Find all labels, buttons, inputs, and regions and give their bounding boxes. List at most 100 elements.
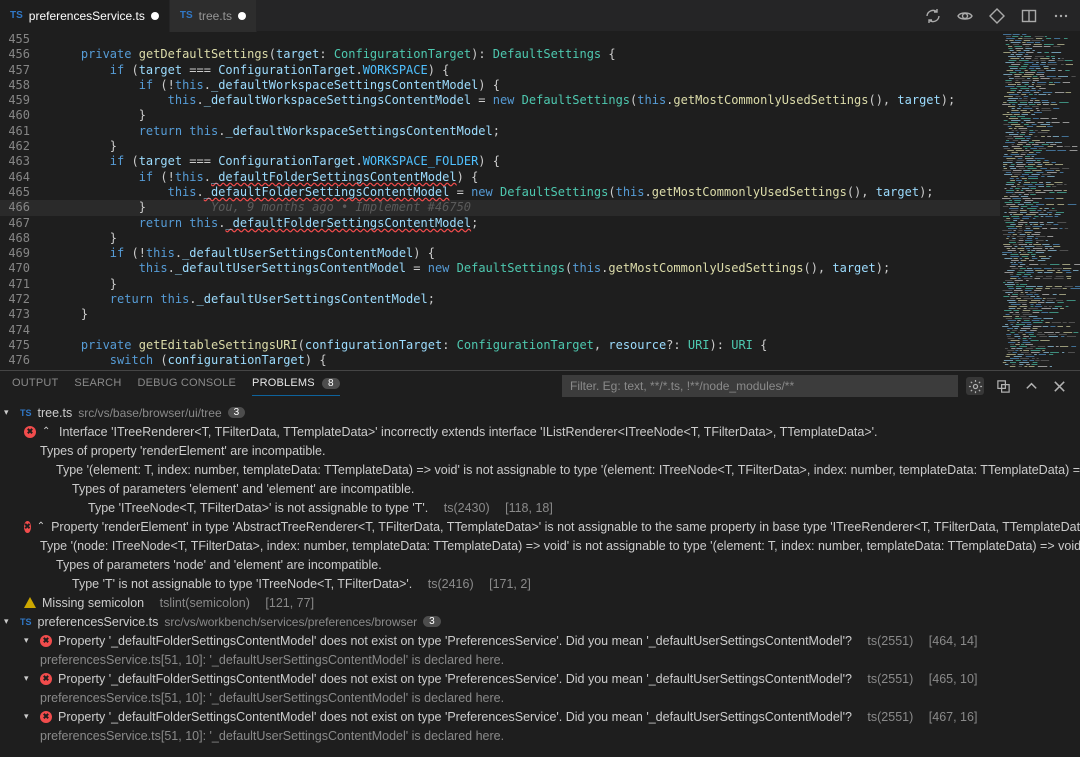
collapse-panel-icon[interactable] <box>1022 377 1040 395</box>
code-line[interactable]: 457 if (target === ConfigurationTarget.W… <box>0 63 1000 78</box>
problem-detail: Type 'T' is not assignable to type 'ITre… <box>0 574 1080 593</box>
code-line[interactable]: 472 return this._defaultUserSettingsCont… <box>0 292 1000 307</box>
related-info[interactable]: preferencesService.ts[51, 10]: '_default… <box>0 688 1080 707</box>
error-count-badge: 3 <box>423 616 441 627</box>
problems-count-badge: 8 <box>322 378 340 389</box>
title-actions <box>924 7 1080 25</box>
dirty-indicator-icon <box>151 12 159 20</box>
line-number: 460 <box>0 108 48 123</box>
code-line[interactable]: 463 if (target === ConfigurationTarget.W… <box>0 154 1000 169</box>
tab-problems[interactable]: PROBLEMS 8 <box>252 377 340 396</box>
error-icon <box>40 635 52 647</box>
tab-label: preferencesService.ts <box>29 9 145 23</box>
problem-item[interactable]: ▾ Property '_defaultFolderSettingsConten… <box>0 707 1080 726</box>
tab-tree[interactable]: TS tree.ts <box>170 0 257 32</box>
line-number: 459 <box>0 93 48 108</box>
related-info[interactable]: preferencesService.ts[51, 10]: '_default… <box>0 650 1080 669</box>
tab-preferences-service[interactable]: TS preferencesService.ts <box>0 0 170 32</box>
line-number: 475 <box>0 338 48 353</box>
code-line[interactable]: 476 switch (configurationTarget) { <box>0 353 1000 368</box>
error-location: [465, 10] <box>929 672 978 686</box>
error-icon <box>40 673 52 685</box>
tab-debug-console[interactable]: DEBUG CONSOLE <box>137 377 236 395</box>
code-line[interactable]: 456 private getDefaultSettings(target: C… <box>0 47 1000 62</box>
line-number: 466 <box>0 200 48 215</box>
line-number: 467 <box>0 216 48 231</box>
problem-file-row[interactable]: ▾ TS tree.ts src/vs/base/browser/ui/tree… <box>0 403 1080 422</box>
problems-tree[interactable]: ▾ TS tree.ts src/vs/base/browser/ui/tree… <box>0 401 1080 757</box>
code-line[interactable]: 473 } <box>0 307 1000 322</box>
line-number: 470 <box>0 261 48 276</box>
tab-search[interactable]: SEARCH <box>74 377 121 395</box>
code-line[interactable]: 459 this._defaultWorkspaceSettingsConten… <box>0 93 1000 108</box>
problem-detail: Types of parameters 'node' and 'element'… <box>0 555 1080 574</box>
line-number: 469 <box>0 246 48 261</box>
error-code: tslint(semicolon) <box>160 596 250 610</box>
code-line[interactable]: 471 } <box>0 277 1000 292</box>
problem-file-row[interactable]: ▾ TS preferencesService.ts src/vs/workbe… <box>0 612 1080 631</box>
tab-label: tree.ts <box>199 9 232 23</box>
line-number: 473 <box>0 307 48 322</box>
code-line[interactable]: 455 <box>0 32 1000 47</box>
problems-filter-input[interactable] <box>562 375 958 397</box>
chevron-down-icon[interactable]: ▾ <box>4 407 14 418</box>
problem-item[interactable]: ⌃ Property 'renderElement' in type 'Abst… <box>0 517 1080 536</box>
line-number: 471 <box>0 277 48 292</box>
error-code: ts(2551) <box>867 672 913 686</box>
chevron-up-icon[interactable]: ⌃ <box>37 521 45 532</box>
code-line[interactable]: 458 if (!this._defaultWorkspaceSettingsC… <box>0 78 1000 93</box>
line-number: 462 <box>0 139 48 154</box>
code-line[interactable]: 460 } <box>0 108 1000 123</box>
preview-icon[interactable] <box>956 7 974 25</box>
bottom-panel: OUTPUT SEARCH DEBUG CONSOLE PROBLEMS 8 ▾… <box>0 370 1080 757</box>
diff-icon[interactable] <box>988 7 1006 25</box>
problem-item[interactable]: ▾ Property '_defaultFolderSettingsConten… <box>0 631 1080 650</box>
line-number: 455 <box>0 32 48 47</box>
error-location: [118, 18] <box>505 501 553 515</box>
line-number: 464 <box>0 170 48 185</box>
split-editor-icon[interactable] <box>1020 7 1038 25</box>
tab-output[interactable]: OUTPUT <box>12 377 58 395</box>
line-number: 472 <box>0 292 48 307</box>
line-number: 465 <box>0 185 48 200</box>
problem-item[interactable]: ⌃ Interface 'ITreeRenderer<T, TFilterDat… <box>0 422 1080 441</box>
panel-header: OUTPUT SEARCH DEBUG CONSOLE PROBLEMS 8 <box>0 371 1080 401</box>
line-number: 456 <box>0 47 48 62</box>
chevron-down-icon[interactable]: ▾ <box>24 673 34 684</box>
error-code: ts(2551) <box>867 634 913 648</box>
line-number: 458 <box>0 78 48 93</box>
sync-icon[interactable] <box>924 7 942 25</box>
code-line[interactable]: 461 return this._defaultWorkspaceSetting… <box>0 124 1000 139</box>
error-icon <box>40 711 52 723</box>
code-line[interactable]: 469 if (!this._defaultUserSettingsConten… <box>0 246 1000 261</box>
problem-item[interactable]: Missing semicolon tslint(semicolon) [121… <box>0 593 1080 612</box>
dirty-indicator-icon <box>238 12 246 20</box>
error-code: ts(2416) <box>428 577 474 591</box>
problem-detail: Type '(element: T, index: number, templa… <box>0 460 1080 479</box>
close-panel-icon[interactable] <box>1050 377 1068 395</box>
open-window-icon[interactable] <box>994 377 1012 395</box>
editor[interactable]: 455456 private getDefaultSettings(target… <box>0 32 1080 370</box>
chevron-down-icon[interactable]: ▾ <box>24 635 34 646</box>
more-icon[interactable] <box>1052 7 1070 25</box>
related-info[interactable]: preferencesService.ts[51, 10]: '_default… <box>0 726 1080 745</box>
code-line[interactable]: 475 private getEditableSettingsURI(confi… <box>0 338 1000 353</box>
file-name: tree.ts <box>38 406 73 420</box>
code-line[interactable]: 465 this._defaultFolderSettingsContentMo… <box>0 185 1000 200</box>
chevron-down-icon[interactable]: ▾ <box>24 711 34 722</box>
code-line[interactable]: 470 this._defaultUserSettingsContentMode… <box>0 261 1000 276</box>
filter-settings-icon[interactable] <box>966 377 984 395</box>
minimap[interactable] <box>1000 32 1080 370</box>
line-number: 468 <box>0 231 48 246</box>
problem-item[interactable]: ▾ Property '_defaultFolderSettingsConten… <box>0 669 1080 688</box>
chevron-down-icon[interactable]: ▾ <box>4 616 14 627</box>
chevron-up-icon[interactable]: ⌃ <box>42 426 53 437</box>
code-line[interactable]: 468 } <box>0 231 1000 246</box>
typescript-icon: TS <box>180 10 193 21</box>
code-line[interactable]: 467 return this._defaultFolderSettingsCo… <box>0 216 1000 231</box>
code-line[interactable]: 462 } <box>0 139 1000 154</box>
code-line[interactable]: 474 <box>0 323 1000 338</box>
code-line[interactable]: 464 if (!this._defaultFolderSettingsCont… <box>0 170 1000 185</box>
code-line[interactable]: 466 } You, 9 months ago • Implement #467… <box>0 200 1000 215</box>
tab-problems-label: PROBLEMS <box>252 377 315 389</box>
